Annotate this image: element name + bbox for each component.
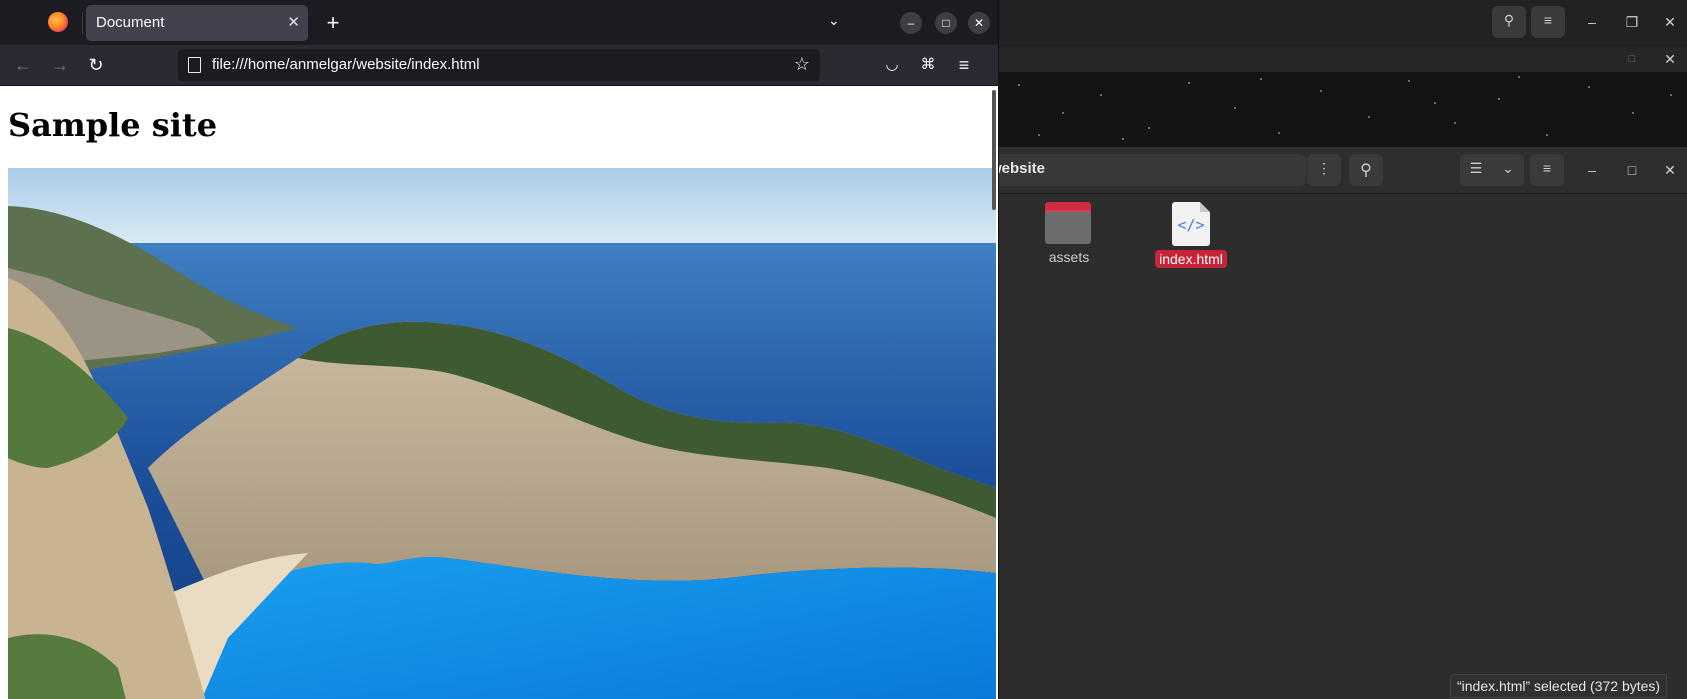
tab-document[interactable]: Document ✕ [86,5,308,41]
tab-title: Document [96,14,165,31]
status-overlay: “index.html” selected (372 bytes) [1450,674,1668,698]
close-button[interactable]: ✕ [1660,160,1680,180]
minimize-button[interactable]: – [1582,160,1602,180]
view-toggle-group[interactable]: ☰ ⌄ [1460,154,1524,186]
background-restore-button[interactable]: ❐ [1622,12,1642,32]
back-button[interactable]: ← [11,53,35,77]
maximize-button[interactable]: □ [1622,160,1642,180]
window-maximize-button[interactable]: □ [935,12,957,34]
main-menu-button[interactable]: ≡ [1530,154,1564,186]
app-menu-icon[interactable]: ≡ [952,53,976,77]
beach-photo [8,168,996,699]
window-minimize-button[interactable]: – [900,12,922,34]
firefox-logo-icon[interactable] [48,12,68,32]
url-text[interactable]: file:///home/anmelgar/website/index.html [212,56,480,73]
background-search-button[interactable]: ⚲ [1492,6,1526,38]
search-button[interactable]: ⚲ [1349,154,1383,186]
folder-icon [1045,202,1093,244]
page-content: Sample site [0,86,996,699]
path-menu-button[interactable]: ⋮ [1307,154,1341,186]
chevron-down-icon[interactable]: ⌄ [1492,160,1524,177]
list-all-tabs-icon[interactable]: ⌄ [828,12,840,29]
forward-button[interactable]: → [48,53,72,77]
path-bar[interactable]: website [990,154,1306,186]
menu-icon: ≡ [1542,160,1552,176]
html-file-icon: </> [1172,202,1210,246]
browser-window: Document ✕ + ⌄ – □ ✕ ← → ↻ file:///home/… [0,0,999,699]
navigation-toolbar: ← → ↻ file:///home/anmelgar/website/inde… [0,45,998,86]
vertical-dots-icon: ⋮ [1317,160,1331,176]
file-item-label: index.html [1155,250,1227,268]
close-tab-icon[interactable]: ✕ [287,13,300,31]
file-item-index-html[interactable]: </> index.html [1148,202,1234,269]
window-close-button[interactable]: ✕ [968,12,990,34]
page-title: Sample site [8,106,218,144]
new-tab-button[interactable]: + [320,10,346,36]
page-icon [188,57,201,73]
starfield-wallpaper [998,72,1687,147]
search-icon: ⚲ [1360,162,1372,179]
address-bar[interactable]: file:///home/anmelgar/website/index.html… [178,49,820,81]
extensions-icon[interactable]: ⌘ [916,53,940,77]
file-item-assets[interactable]: assets [1034,202,1104,267]
tab-bar: Document ✕ + ⌄ – □ ✕ [0,0,998,45]
reload-button[interactable]: ↻ [84,53,108,77]
background-small-close-button[interactable]: ✕ [1660,49,1680,69]
tab-separator [82,12,83,34]
background-window-second-titlebar: □ ✕ [998,46,1687,73]
search-icon: ⚲ [1503,12,1515,28]
pocket-icon[interactable]: ◡ [880,53,904,77]
background-small-restore-button[interactable]: □ [1622,49,1642,69]
page-scrollbar[interactable] [992,90,996,210]
background-window-titlebar: ⚲ ≡ – ❐ ✕ [998,0,1687,46]
background-minimize-button[interactable]: – [1582,12,1602,32]
bookmark-star-icon[interactable]: ☆ [794,54,810,75]
background-close-button[interactable]: ✕ [1660,12,1680,32]
file-item-label: assets [1048,249,1090,265]
file-view: assets </> index.html [998,194,1687,699]
list-view-icon[interactable]: ☰ [1460,160,1492,177]
background-menu-button[interactable]: ≡ [1531,6,1565,38]
menu-icon: ≡ [1543,12,1553,28]
